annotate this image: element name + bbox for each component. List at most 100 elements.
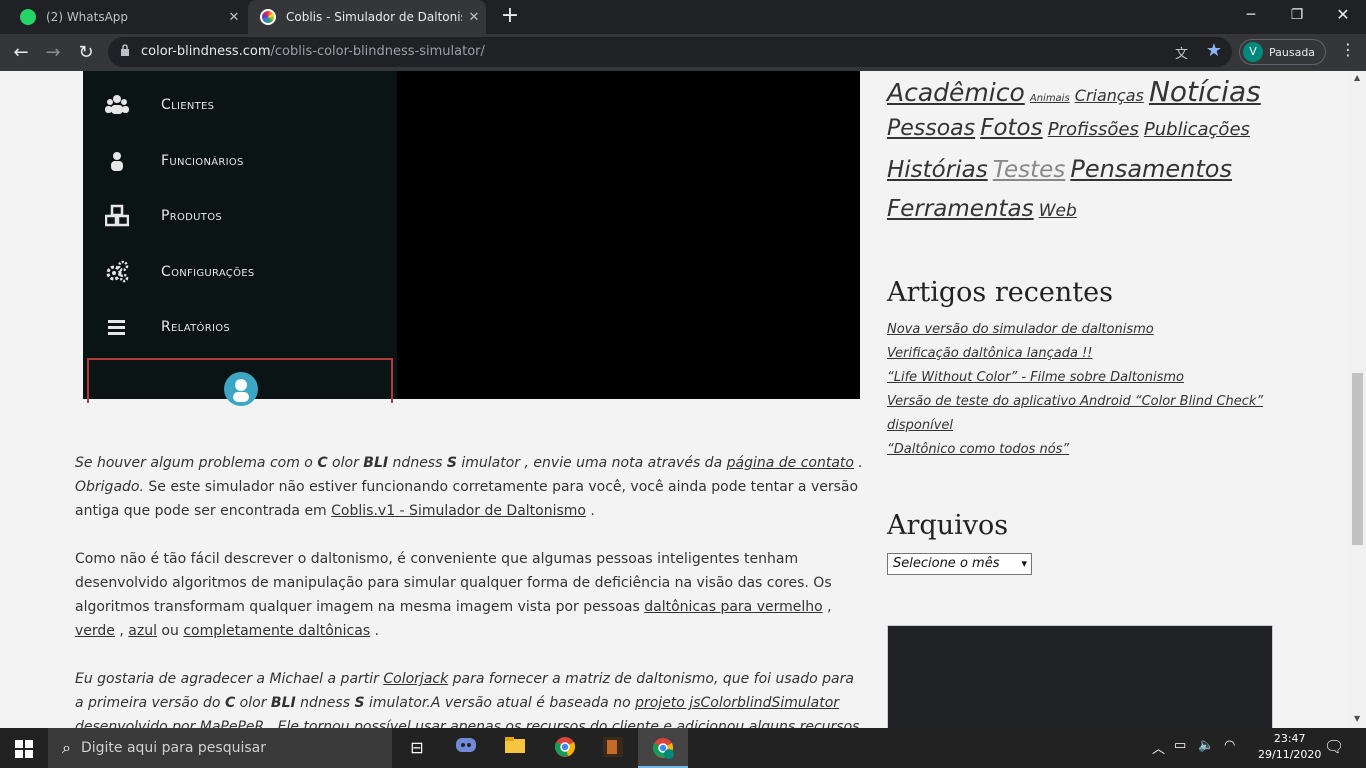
tag-link[interactable]: Web xyxy=(1039,201,1077,221)
tray-chevron-icon[interactable]: ︿ xyxy=(1152,738,1165,757)
demo-menu-produtos: Produtos xyxy=(83,196,397,236)
volume-icon[interactable]: 🔈 xyxy=(1198,738,1214,753)
game-app-icon[interactable] xyxy=(601,736,625,760)
recent-post-link[interactable]: Verificação daltônica lançada !! xyxy=(887,346,1092,361)
clock-time: 23:47 xyxy=(1273,732,1306,745)
sidebar-ad-box xyxy=(887,625,1273,728)
demo-menu-clientes: Clientes xyxy=(83,85,397,125)
tag-link[interactable]: Testes xyxy=(993,157,1066,183)
cogs-icon xyxy=(105,260,129,284)
chrome-icon[interactable] xyxy=(553,736,577,760)
profile-button[interactable]: V Pausada xyxy=(1239,39,1326,65)
scroll-up-icon[interactable]: ▲ xyxy=(1354,73,1360,82)
archive-month-select[interactable]: Selecione o mês ▾ xyxy=(887,553,1032,575)
tritan-link[interactable]: azul xyxy=(128,623,157,639)
deutan-link[interactable]: verde xyxy=(75,623,115,639)
demo-image: Clientes Funcionários Produtos Configura… xyxy=(83,71,860,406)
close-window-icon[interactable]: ✕ xyxy=(1320,0,1366,30)
tag-link[interactable]: Pessoas xyxy=(887,116,975,141)
battery-icon[interactable]: ▭ xyxy=(1174,738,1186,753)
tag-link[interactable]: Profissões xyxy=(1048,119,1139,140)
archives-title: Arquivos xyxy=(887,510,1009,541)
demo-sidebar: Clientes Funcionários Produtos Configura… xyxy=(83,71,397,406)
tab-label: Coblis - Simulador de Daltonismo xyxy=(286,10,462,24)
recent-post-link[interactable]: “Life Without Color” - Filme sobre Dalto… xyxy=(887,370,1184,385)
recent-post-link[interactable]: “Daltônico como todos nós” xyxy=(887,442,1069,457)
windows-start-icon[interactable] xyxy=(15,740,33,758)
new-tab-button[interactable]: + xyxy=(498,5,522,29)
whatsapp-icon xyxy=(20,9,36,25)
browser-menu-icon[interactable]: ⋮ xyxy=(1340,40,1356,59)
reload-icon[interactable]: ↻ xyxy=(73,40,99,66)
article-paragraph: Como não é tão fácil descrever o daltoni… xyxy=(75,551,832,639)
url-text: color-blindness.com/coblis-color-blindne… xyxy=(141,44,485,59)
scrollbar-thumb[interactable] xyxy=(1352,373,1363,545)
tag-link[interactable]: Pensamentos xyxy=(1070,155,1232,183)
demo-menu-label: Configurações xyxy=(161,264,255,280)
notifications-icon[interactable]: 🗨 xyxy=(1324,737,1344,756)
close-tab-icon[interactable]: ✕ xyxy=(462,10,486,25)
back-icon[interactable]: ← xyxy=(8,40,34,66)
coblis-icon xyxy=(260,9,276,25)
bars-icon xyxy=(105,315,129,339)
clock-date: 29/11/2020 xyxy=(1258,748,1322,761)
tag-link[interactable]: Publicações xyxy=(1144,119,1250,140)
tab-label: (2) WhatsApp xyxy=(46,10,129,24)
mapeper-link[interactable]: MaPePeR xyxy=(200,719,265,728)
user-icon xyxy=(105,149,129,173)
tag-link[interactable]: Animais xyxy=(1030,93,1070,104)
avatar: V xyxy=(1243,42,1263,62)
tag-link[interactable]: Histórias xyxy=(887,157,988,183)
tab-whatsapp[interactable]: (2) WhatsApp ✕ xyxy=(8,0,246,34)
tab-coblis[interactable]: Coblis - Simulador de Daltonismo ✕ xyxy=(248,0,486,34)
page-viewport: Clientes Funcionários Produtos Configura… xyxy=(0,71,1350,728)
address-bar[interactable]: color-blindness.com/coblis-color-blindne… xyxy=(108,37,1232,67)
protan-link[interactable]: daltônicas para vermelho xyxy=(644,599,822,615)
lock-icon xyxy=(121,44,129,56)
tag-link[interactable]: Fotos xyxy=(980,115,1042,141)
article-paragraph: Eu gostaria de agradecer a Michael a par… xyxy=(75,667,865,728)
chrome-profile-icon xyxy=(652,738,674,759)
taskbar-search[interactable]: ⌕ Digite aqui para pesquisar xyxy=(48,728,392,768)
recent-post-link[interactable]: Nova versão do simulador de daltonismo xyxy=(887,322,1154,337)
jscolorblind-link[interactable]: projeto jsColorblindSimulator xyxy=(635,695,839,711)
translate-icon[interactable]: 文 xyxy=(1175,43,1188,62)
close-tab-icon[interactable]: ✕ xyxy=(222,10,246,25)
article-body: Se houver algum problema com o C olor BL… xyxy=(75,451,865,728)
bookmark-star-icon[interactable]: ★ xyxy=(1206,40,1222,61)
demo-menu-label: Funcionários xyxy=(161,153,244,169)
minimize-icon[interactable]: ─ xyxy=(1228,0,1274,30)
demo-menu-configuracoes: Configurações xyxy=(83,252,397,292)
coblis-v1-link[interactable]: Coblis.v1 - Simulador de Daltonismo xyxy=(331,503,586,519)
demo-menu-relatorios: Relatórios xyxy=(83,307,397,347)
demo-user-box xyxy=(87,358,393,406)
user-avatar-icon xyxy=(224,372,258,406)
restore-icon[interactable]: ❐ xyxy=(1274,0,1320,30)
browser-toolbar: ← → ↻ color-blindness.com/coblis-color-b… xyxy=(0,34,1366,71)
discord-icon[interactable] xyxy=(454,736,478,760)
profile-status: Pausada xyxy=(1269,45,1316,59)
tag-link[interactable]: Ferramentas xyxy=(887,196,1034,222)
search-icon: ⌕ xyxy=(62,738,71,757)
article-paragraph: Se houver algum problema com o C olor BL… xyxy=(75,455,863,519)
recent-post-link[interactable]: disponível xyxy=(887,418,953,433)
tag-link[interactable]: Notícias xyxy=(1149,75,1261,108)
demo-menu-funcionarios: Funcionários xyxy=(83,141,397,181)
demo-menu-label: Clientes xyxy=(161,97,215,113)
users-icon xyxy=(105,93,129,117)
wifi-icon[interactable]: ◠ xyxy=(1224,738,1235,753)
tag-link[interactable]: Acadêmico xyxy=(887,78,1025,107)
scroll-down-icon[interactable]: ▼ xyxy=(1354,714,1360,723)
taskbar-clock[interactable]: 23:47 29/11/2020 xyxy=(1258,731,1321,763)
recent-posts-title: Artigos recentes xyxy=(887,277,1113,308)
monochromacy-link[interactable]: completamente daltônicas xyxy=(183,623,370,639)
forward-icon[interactable]: → xyxy=(40,40,66,66)
task-view-icon[interactable]: ⊟ xyxy=(405,736,429,760)
chrome-profile-taskbar-button[interactable] xyxy=(638,728,688,768)
contact-page-link[interactable]: página de contato xyxy=(727,455,854,471)
tag-link[interactable]: Crianças xyxy=(1075,86,1144,105)
file-explorer-icon[interactable] xyxy=(503,736,527,760)
colorjack-link[interactable]: Colorjack xyxy=(383,671,448,687)
recent-post-link[interactable]: Versão de teste do aplicativo Android “C… xyxy=(887,394,1263,409)
windows-taskbar: ⌕ Digite aqui para pesquisar ⊟ ︿ ▭ 🔈 ◠ 2… xyxy=(0,728,1366,768)
